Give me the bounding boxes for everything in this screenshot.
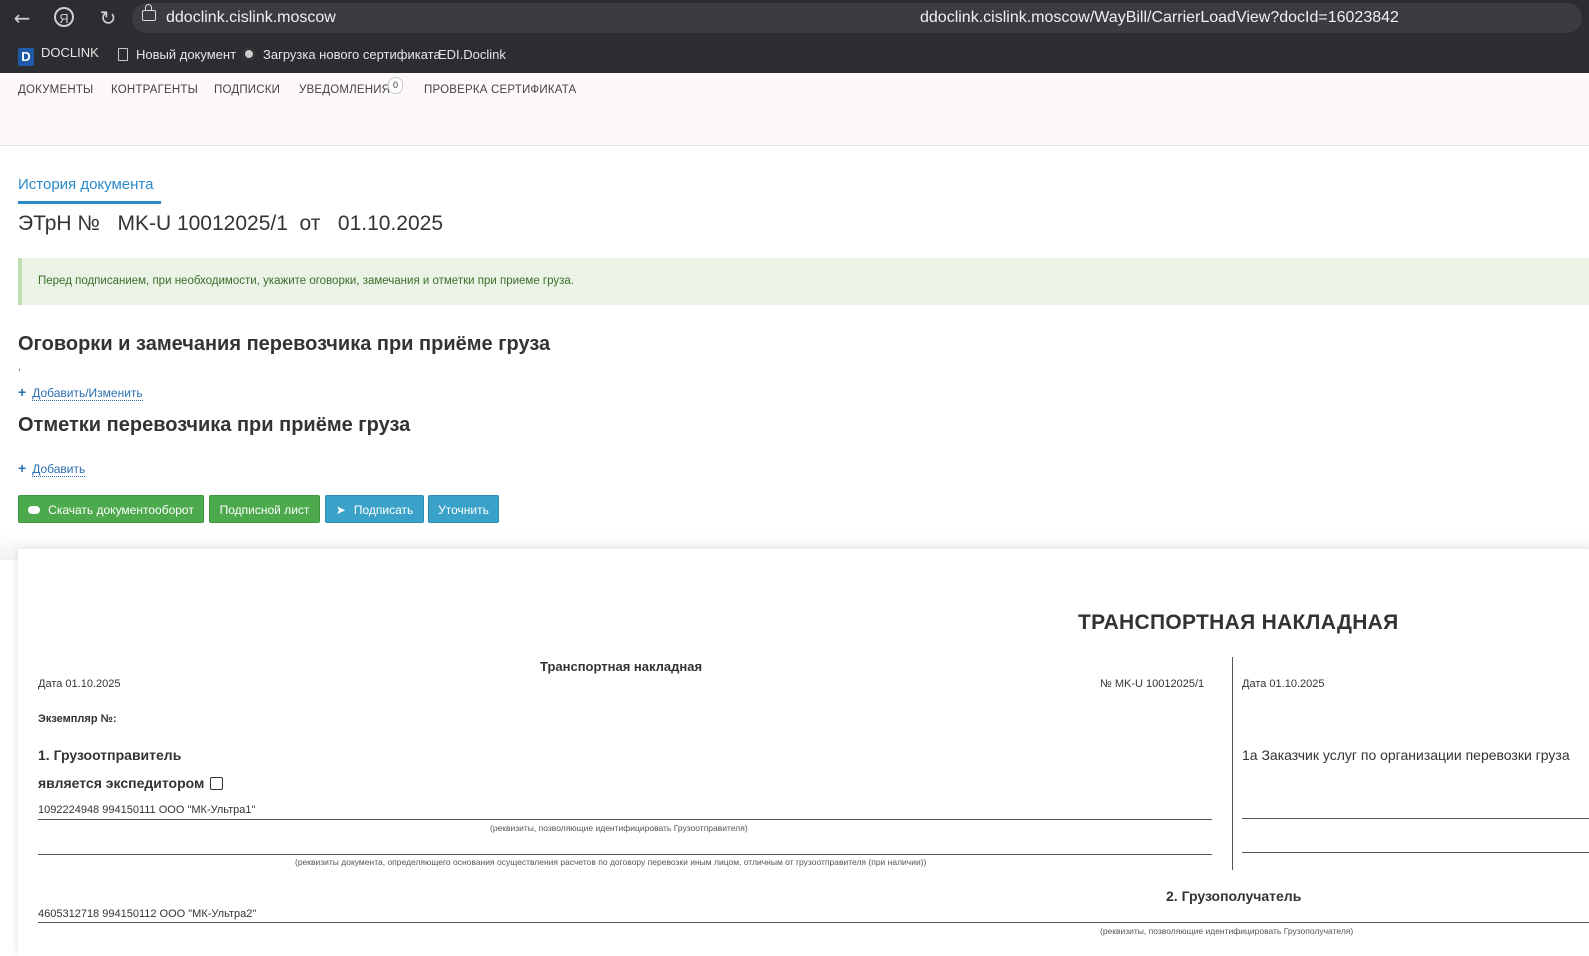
bookmark-upload-certificate[interactable]: Загрузка нового сертификата	[243, 47, 441, 62]
forwarder-row: является экспедитором	[38, 775, 224, 791]
shipper-caption: (реквизиты, позволяющие идентифицировать…	[490, 823, 748, 833]
consignee-caption: (реквизиты, позволяющие идентифицировать…	[1100, 926, 1354, 936]
consignee-heading: 2. Грузополучатель	[1166, 888, 1302, 904]
bookmark-edi-doclink[interactable]: EDI.Doclink	[438, 47, 506, 62]
plus-icon: +	[18, 384, 27, 400]
column-divider	[1232, 657, 1233, 870]
back-arrow-icon[interactable]: ←	[10, 6, 34, 30]
reload-icon[interactable]: ↻	[96, 6, 120, 30]
nav-certificate-check[interactable]: ПРОВЕРКА СЕРТИФИКАТА	[424, 84, 576, 96]
button-label: Подписной лист	[219, 503, 310, 517]
forwarder-checkbox[interactable]	[210, 777, 224, 790]
address-host: ddoclink.cislink.moscow	[166, 9, 336, 26]
address-full-url: ddoclink.cislink.moscow/WayBill/CarrierL…	[920, 9, 1399, 26]
carrier-remarks-value: ,	[18, 362, 21, 373]
add-marks-link[interactable]: + Добавить	[18, 460, 86, 477]
document-date-left: Дата 01.10.2025	[38, 678, 121, 690]
main-nav: ДОКУМЕНТЫ КОНТРАГЕНТЫ ПОДПИСКИ УВЕДОМЛЕН…	[0, 73, 1589, 146]
payment-doc-caption: (реквизиты документа, определяющего осно…	[295, 857, 927, 867]
add-edit-label: Добавить/Изменить	[32, 386, 143, 401]
nav-subscriptions[interactable]: ПОДПИСКИ	[214, 84, 280, 96]
gear-icon	[243, 48, 255, 60]
bookmark-doclink[interactable]: D DOCLINK	[18, 45, 99, 66]
bookmark-label: Загрузка нового сертификата	[263, 47, 441, 62]
bookmark-label: Новый документ	[136, 47, 237, 62]
payment-doc-underline	[38, 854, 1212, 855]
shipper-value: 1092224948 994150111 ООО "МК-Ультра1"	[38, 804, 256, 816]
nav-documents[interactable]: ДОКУМЕНТЫ	[18, 84, 93, 96]
paper-plane-icon: ➤	[335, 503, 346, 517]
document-main-title: ТРАНСПОРТНАЯ НАКЛАДНАЯ	[1078, 611, 1399, 634]
document-date-right: Дата 01.10.2025	[1242, 678, 1325, 690]
section-carrier-marks-title: Отметки перевозчика при приёме груза	[18, 414, 411, 436]
button-label: Уточнить	[438, 503, 489, 517]
bookmark-new-document[interactable]: Новый документ	[118, 47, 236, 62]
tab-document-history[interactable]: История документа	[18, 176, 161, 204]
lock-icon	[142, 4, 156, 21]
doclink-logo-icon: D	[18, 48, 34, 66]
forwarder-label: является экспедитором	[38, 775, 205, 791]
section-carrier-remarks-title: Оговорки и замечания перевозчика при при…	[18, 333, 551, 355]
alert-text: Перед подписанием, при необходимости, ук…	[38, 275, 574, 287]
consignee-value: 4605312718 994150112 ООО "МК-Ультра2"	[38, 908, 257, 920]
cloud-download-icon	[28, 506, 41, 514]
sign-button[interactable]: ➤ Подписать	[325, 495, 424, 523]
copy-number-label: Экземпляр №:	[38, 713, 117, 725]
plus-icon: +	[18, 460, 27, 476]
bookmark-label: EDI.Doclink	[438, 47, 506, 62]
address-bar[interactable]: ddoclink.cislink.moscow ddoclink.cislink…	[132, 3, 1582, 33]
bookmarks-bar: D DOCLINK Новый документ Загрузка нового …	[0, 36, 1589, 73]
nav-counterparties[interactable]: КОНТРАГЕНТЫ	[111, 84, 198, 96]
add-edit-remarks-link[interactable]: + Добавить/Изменить	[18, 384, 143, 401]
add-label: Добавить	[32, 462, 86, 477]
customer-underline-1	[1242, 818, 1589, 819]
nav-notifications[interactable]: УВЕДОМЛЕНИЯ	[299, 84, 390, 96]
consignee-underline	[38, 922, 1589, 923]
page-title: ЭТрН № MK-U 10012025/1 от 01.10.2025	[18, 212, 444, 235]
clarify-button[interactable]: Уточнить	[428, 495, 499, 523]
document-subtitle: Транспортная накладная	[540, 659, 703, 674]
shipper-heading: 1. Грузоотправитель	[38, 747, 182, 763]
notifications-badge: 0	[388, 77, 403, 94]
customer-underline-2	[1242, 852, 1589, 853]
button-label: Подписать	[353, 503, 414, 517]
customer-heading: 1а Заказчик услуг по организации перевоз…	[1242, 747, 1570, 763]
yandex-icon[interactable]: Я	[54, 7, 74, 27]
shipper-underline	[38, 819, 1212, 820]
bookmark-label: DOCLINK	[41, 45, 99, 60]
info-alert: Перед подписанием, при необходимости, ук…	[18, 258, 1589, 305]
browser-toolbar: ← Я ↻ ddoclink.cislink.moscow ddoclink.c…	[0, 0, 1589, 36]
document-icon	[118, 48, 128, 61]
button-label: Скачать документооборот	[48, 503, 194, 517]
signature-sheet-button[interactable]: Подписной лист	[209, 495, 320, 523]
download-workflow-button[interactable]: Скачать документооборот	[18, 495, 204, 523]
document-number: № MK-U 10012025/1	[1100, 678, 1205, 690]
